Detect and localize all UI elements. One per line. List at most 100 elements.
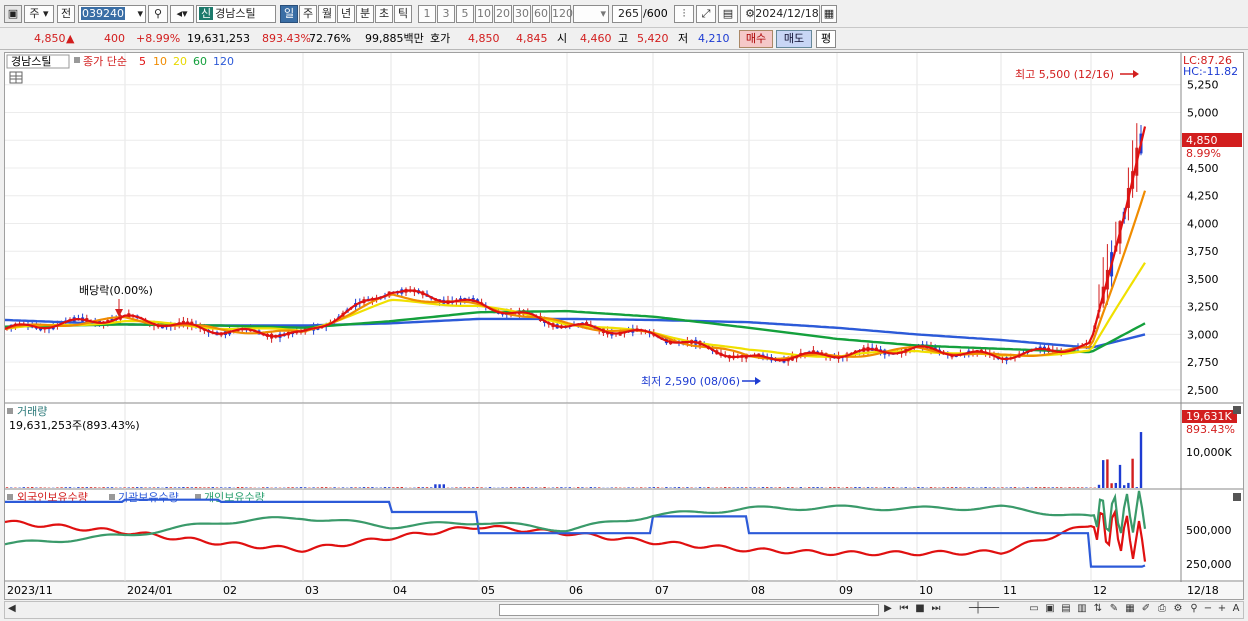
volume-bar xyxy=(241,487,244,488)
volume-bar xyxy=(333,487,336,488)
font-size-icon[interactable]: A xyxy=(1229,603,1243,617)
volume-bar xyxy=(677,487,681,488)
market-label: 주 xyxy=(29,7,40,20)
date-input[interactable]: 2024/12/18 xyxy=(754,5,820,23)
volume-bar xyxy=(1076,487,1080,488)
volume-bar xyxy=(568,487,571,488)
settings-icon[interactable]: ⚙ xyxy=(1171,603,1185,617)
interval-1[interactable]: 1 xyxy=(418,5,436,23)
chart-area[interactable]: 경남스틸 종가 단순 5 10 20 60 120 LC:87.26 HC:-1… xyxy=(4,52,1244,600)
volume-bar xyxy=(942,487,945,488)
legend-ma-60: 60 xyxy=(193,55,207,68)
volume-bar xyxy=(1001,487,1004,488)
volume-bar xyxy=(917,487,920,488)
eval-button[interactable]: 평 xyxy=(816,30,836,48)
indicator-icon[interactable]: ⇅ xyxy=(1091,603,1105,617)
volume-value: 19,631,253 xyxy=(187,32,250,45)
crosshair-icon[interactable]: ⤢ xyxy=(696,5,716,23)
low-label: 저 xyxy=(678,32,689,45)
prev-button[interactable]: 전 xyxy=(57,5,75,23)
volume-bar xyxy=(262,487,265,488)
interval-20[interactable]: 20 xyxy=(494,5,512,23)
current-price-tag-label: 4,850 xyxy=(1186,134,1218,147)
interval-30[interactable]: 30 xyxy=(513,5,531,23)
window-icon[interactable]: ▣ xyxy=(4,5,22,23)
tab-period-week[interactable]: 주 xyxy=(299,5,317,23)
stop-icon[interactable]: ■ xyxy=(913,603,927,617)
dividend-annotation: 배당락(0.00%) xyxy=(79,284,153,297)
interval-5[interactable]: 5 xyxy=(456,5,474,23)
interval-10[interactable]: 10 xyxy=(475,5,493,23)
volume-bar xyxy=(169,487,172,488)
volume-bar xyxy=(1102,460,1105,488)
stock-code-input[interactable]: 039240 ▾ xyxy=(78,5,146,23)
volume-bar xyxy=(1055,487,1059,488)
holdings-close-icon[interactable] xyxy=(1233,493,1241,501)
scroll-left-icon[interactable]: ◀ xyxy=(8,603,16,614)
scroll-thumb[interactable] xyxy=(499,604,879,616)
zoom-slider[interactable]: ─┼─── xyxy=(951,603,1017,617)
speaker-icon[interactable]: ◂▾ xyxy=(170,5,194,23)
tab-period-month[interactable]: 월 xyxy=(318,5,336,23)
volume-axis-tick: 10,000K xyxy=(1186,446,1232,459)
volume-bar xyxy=(455,487,458,488)
turnover-rate: 72.76% xyxy=(309,32,351,45)
volume-bar xyxy=(31,487,34,488)
volume-bar xyxy=(509,487,513,488)
count-input[interactable]: 265 xyxy=(612,5,642,23)
interval-custom-select[interactable]: ▾ xyxy=(573,5,609,23)
rewind-icon[interactable]: ⏮ xyxy=(897,603,911,617)
zoom-out-icon[interactable]: − xyxy=(1201,603,1215,617)
draw-icon[interactable]: ✎ xyxy=(1107,603,1121,617)
scroll-right-icon[interactable]: ▶ xyxy=(881,603,895,617)
volume-close-icon[interactable] xyxy=(1233,406,1241,414)
fast-forward-icon[interactable]: ⏭ xyxy=(929,603,943,617)
volume-bar xyxy=(740,487,744,488)
candle-icon[interactable]: ⫶ xyxy=(674,5,694,23)
volume-bar xyxy=(736,487,739,488)
volume-title: 거래량 xyxy=(17,405,47,418)
layout-icon[interactable]: ▦ xyxy=(1123,603,1137,617)
x-axis-label: 06 xyxy=(569,584,583,597)
holdings-axis-tick-500k: 500,000 xyxy=(1186,524,1232,537)
volume-bar xyxy=(383,487,387,488)
zoom-in-icon[interactable]: + xyxy=(1215,603,1229,617)
search-icon[interactable]: ⚲ xyxy=(148,5,168,23)
price-axis-tick: 2,750 xyxy=(1187,356,1219,369)
window-icon-1[interactable]: ▭ xyxy=(1027,603,1041,617)
holdings-axis-tick-250k: 250,000 xyxy=(1186,558,1232,571)
market-select[interactable]: 주 ▾ xyxy=(24,5,54,23)
sell-button[interactable]: 매도 xyxy=(776,30,812,48)
interval-60[interactable]: 60 xyxy=(532,5,550,23)
volume-bar xyxy=(648,487,651,488)
stock-chart[interactable]: 경남스틸 종가 단순 5 10 20 60 120 LC:87.26 HC:-1… xyxy=(4,53,1243,599)
volume-bar xyxy=(312,487,315,488)
volume-bar xyxy=(992,487,996,488)
tab-period-minute[interactable]: 분 xyxy=(356,5,374,23)
volume-bar xyxy=(186,487,189,488)
volume-bar xyxy=(77,487,80,488)
interval-3[interactable]: 3 xyxy=(437,5,455,23)
tab-period-day[interactable]: 일 xyxy=(280,5,298,23)
tab-period-second[interactable]: 초 xyxy=(375,5,393,23)
window-icon-2[interactable]: ▣ xyxy=(1043,603,1057,617)
interval-120[interactable]: 120 xyxy=(551,5,573,23)
edit-icon[interactable]: ✐ xyxy=(1139,603,1153,617)
tab-period-year[interactable]: 년 xyxy=(337,5,355,23)
stock-name-field[interactable]: 신 경남스틸 xyxy=(196,5,276,23)
save-icon[interactable]: ▤ xyxy=(718,5,738,23)
chart-scrollbar[interactable]: ◀ ▶ ⏮ ■ ⏭ ─┼─── ▭ ▣ ▤ ▥ ⇅ ✎ ▦ ✐ ⎙ ⚙ ⚲ − … xyxy=(4,601,1244,619)
zoom-icon[interactable]: ⚲ xyxy=(1187,603,1201,617)
buy-button[interactable]: 매수 xyxy=(739,30,773,48)
volume-bar xyxy=(640,487,643,488)
calendar-icon[interactable]: ▦ xyxy=(821,5,837,23)
window-icon-3[interactable]: ▤ xyxy=(1059,603,1073,617)
tab-period-tick[interactable]: 틱 xyxy=(394,5,412,23)
volume-bar xyxy=(39,487,42,488)
chart-type-icon[interactable]: ▥ xyxy=(1075,603,1089,617)
volume-bar xyxy=(577,487,580,488)
volume-bar xyxy=(501,487,504,488)
print-icon[interactable]: ⎙ xyxy=(1155,603,1169,617)
volume-bar xyxy=(1068,487,1071,488)
volume-bar xyxy=(854,487,857,488)
